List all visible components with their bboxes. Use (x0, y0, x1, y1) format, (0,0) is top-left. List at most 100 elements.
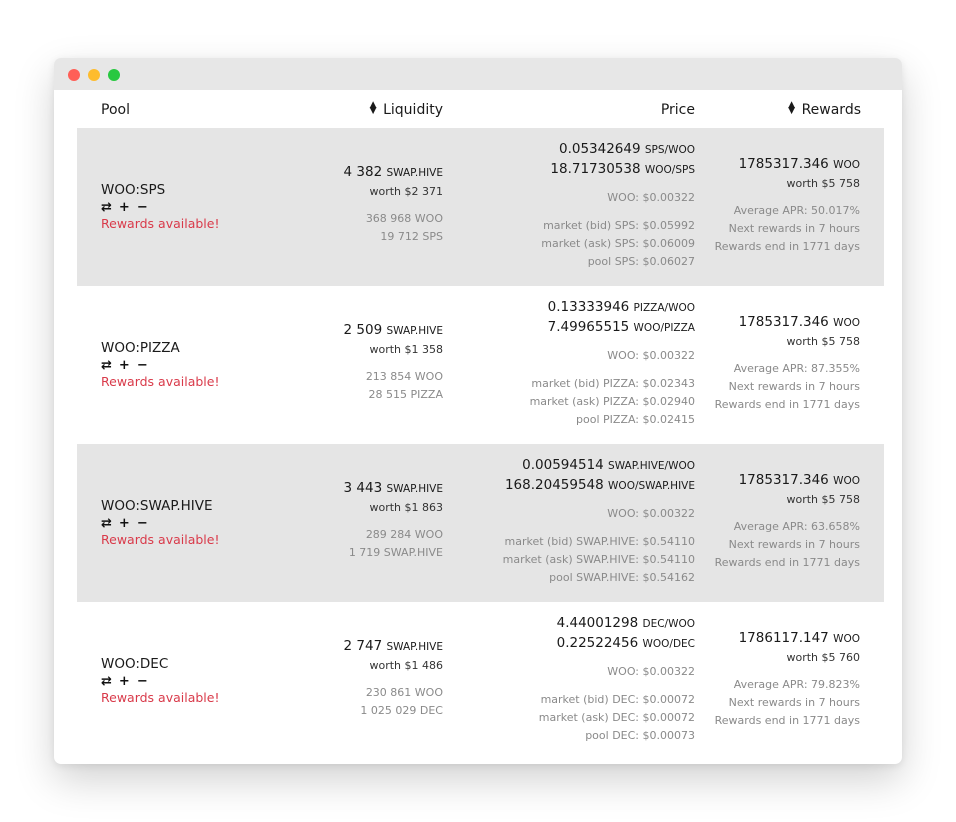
liquidity-unit: SWAP.HIVE (386, 325, 444, 337)
market-ask: market (ask) SPS: $0.06009 (541, 237, 695, 250)
next-rewards: Next rewards in 7 hours (728, 538, 860, 551)
woo-usd-price: WOO: $0.00322 (607, 507, 695, 520)
pool-actions: ⇄ + − (101, 358, 219, 373)
pool-price: pool SWAP.HIVE: $0.54162 (549, 571, 695, 584)
reward-amount: 1785317.346 WOO (738, 314, 860, 330)
average-apr: Average APR: 79.823% (733, 678, 860, 691)
price-1: 4.44001298 DEC/WOO (556, 615, 695, 631)
rewards-available-label: Rewards available! (101, 374, 220, 389)
price-2: 18.71730538 WOO/SPS (550, 161, 695, 177)
woo-usd-price: WOO: $0.00322 (607, 349, 695, 362)
price-1: 0.13333946 PIZZA/WOO (547, 299, 695, 315)
reserve-2: 1 025 029 DEC (360, 704, 443, 717)
liquidity-unit: SWAP.HIVE (386, 167, 444, 179)
reward-amount: 1785317.346 WOO (738, 472, 860, 488)
swap-icon[interactable]: ⇄ (101, 674, 113, 689)
reserve-1: 368 968 WOO (365, 212, 443, 225)
market-ask: market (ask) PIZZA: $0.02940 (529, 395, 695, 408)
price-2: 0.22522456 WOO/DEC (556, 635, 695, 651)
market-bid: market (bid) PIZZA: $0.02343 (531, 377, 695, 390)
pool-name: WOO:SPS (101, 182, 166, 198)
table-row: WOO:SWAP.HIVE ⇄ + − Rewards available! 3 4… (77, 444, 884, 602)
pool-price: pool DEC: $0.00073 (585, 729, 695, 742)
liquidity-cell: 2 509 SWAP.HIVE worth $1 358 213 854 WOO… (344, 322, 443, 404)
pool-name: WOO:SWAP.HIVE (101, 498, 213, 514)
pool-price: pool SPS: $0.06027 (587, 255, 695, 268)
reserve-2: 1 719 SWAP.HIVE (348, 546, 443, 559)
price-2: 7.49965515 WOO/PIZZA (547, 319, 695, 335)
minimize-window-button[interactable] (88, 69, 100, 81)
rewards-available-label: Rewards available! (101, 532, 220, 547)
liquidity-worth: worth $1 863 (369, 501, 443, 514)
add-liquidity-icon[interactable]: + (119, 358, 131, 373)
woo-usd-price: WOO: $0.00322 (607, 665, 695, 678)
maximize-window-button[interactable] (108, 69, 120, 81)
liquidity-worth: worth $2 371 (369, 185, 443, 198)
rewards-cell: 1785317.346 WOO worth $5 758 Average APR… (715, 472, 860, 572)
average-apr: Average APR: 50.017% (733, 204, 860, 217)
rewards-end: Rewards end in 1771 days (714, 714, 860, 727)
header-liquidity-label: Liquidity (383, 102, 443, 118)
reward-worth: worth $5 758 (786, 335, 860, 348)
sort-icon: ▲ ▼ (788, 100, 796, 116)
app-window: Pool ▲ ▼ Liquidity Price ▲ ▼ Rewards WOO:SPS… (54, 58, 902, 764)
title-bar (54, 58, 902, 90)
liquidity-worth: worth $1 486 (369, 659, 443, 672)
pool-name: WOO:DEC (101, 656, 169, 672)
average-apr: Average APR: 87.355% (733, 362, 860, 375)
swap-icon[interactable]: ⇄ (101, 516, 113, 531)
table-header: Pool ▲ ▼ Liquidity Price ▲ ▼ Rewards (54, 90, 902, 128)
pool-actions: ⇄ + − (101, 516, 219, 531)
price-cell: 0.00594514 SWAP.HIVE/WOO 168.20459548 WO… (503, 457, 695, 587)
rewards-cell: 1786117.147 WOO worth $5 760 Average APR… (715, 630, 860, 730)
pool-name: WOO:PIZZA (101, 340, 180, 356)
reward-worth: worth $5 758 (786, 177, 860, 190)
reward-worth: worth $5 758 (786, 493, 860, 506)
table-row: WOO:PIZZA ⇄ + − Rewards available! 2 509 S… (77, 286, 884, 444)
liquidity-amount: 2 747 SWAP.HIVE (343, 638, 443, 654)
market-ask: market (ask) DEC: $0.00072 (538, 711, 695, 724)
pool-cell: WOO:DEC ⇄ + − Rewards available! (101, 656, 219, 705)
remove-liquidity-icon[interactable]: − (137, 674, 149, 689)
reward-worth: worth $5 760 (786, 651, 860, 664)
price-cell: 4.44001298 DEC/WOO 0.22522456 WOO/DEC WO… (539, 615, 695, 745)
sort-icon: ▲ ▼ (369, 100, 377, 116)
pool-table: WOO:SPS ⇄ + − Rewards available! 4 382 SWA… (77, 128, 884, 760)
table-row: WOO:SPS ⇄ + − Rewards available! 4 382 SWA… (77, 128, 884, 286)
rewards-end: Rewards end in 1771 days (714, 556, 860, 569)
price-cell: 0.13333946 PIZZA/WOO 7.49965515 WOO/PIZZ… (530, 299, 695, 429)
close-window-button[interactable] (68, 69, 80, 81)
price-2: 168.20459548 WOO/SWAP.HIVE (504, 477, 695, 493)
liquidity-amount: 3 443 SWAP.HIVE (343, 480, 443, 496)
market-bid: market (bid) SWAP.HIVE: $0.54110 (504, 535, 695, 548)
reserve-1: 289 284 WOO (365, 528, 443, 541)
swap-icon[interactable]: ⇄ (101, 200, 113, 215)
reserve-1: 230 861 WOO (365, 686, 443, 699)
market-bid: market (bid) SPS: $0.05992 (543, 219, 695, 232)
swap-icon[interactable]: ⇄ (101, 358, 113, 373)
reserve-1: 213 854 WOO (365, 370, 443, 383)
remove-liquidity-icon[interactable]: − (137, 358, 149, 373)
add-liquidity-icon[interactable]: + (119, 200, 131, 215)
average-apr: Average APR: 63.658% (733, 520, 860, 533)
pool-cell: WOO:SPS ⇄ + − Rewards available! (101, 182, 219, 231)
add-liquidity-icon[interactable]: + (119, 516, 131, 531)
header-liquidity-sort[interactable]: ▲ ▼ Liquidity (369, 100, 443, 119)
next-rewards: Next rewards in 7 hours (728, 696, 860, 709)
reserve-2: 19 712 SPS (380, 230, 443, 243)
price-1: 0.05342649 SPS/WOO (558, 141, 695, 157)
header-pool: Pool (101, 102, 130, 118)
remove-liquidity-icon[interactable]: − (137, 516, 149, 531)
header-rewards-sort[interactable]: ▲ ▼ Rewards (788, 100, 861, 119)
pool-actions: ⇄ + − (101, 674, 219, 689)
woo-usd-price: WOO: $0.00322 (607, 191, 695, 204)
add-liquidity-icon[interactable]: + (119, 674, 131, 689)
liquidity-worth: worth $1 358 (369, 343, 443, 356)
table-row: WOO:DEC ⇄ + − Rewards available! 2 747 SWA… (77, 602, 884, 760)
rewards-end: Rewards end in 1771 days (714, 240, 860, 253)
liquidity-amount: 2 509 SWAP.HIVE (343, 322, 444, 338)
price-cell: 0.05342649 SPS/WOO 18.71730538 WOO/SPS W… (541, 141, 695, 271)
pool-price: pool PIZZA: $0.02415 (576, 413, 695, 426)
remove-liquidity-icon[interactable]: − (137, 200, 149, 215)
next-rewards: Next rewards in 7 hours (728, 380, 860, 393)
